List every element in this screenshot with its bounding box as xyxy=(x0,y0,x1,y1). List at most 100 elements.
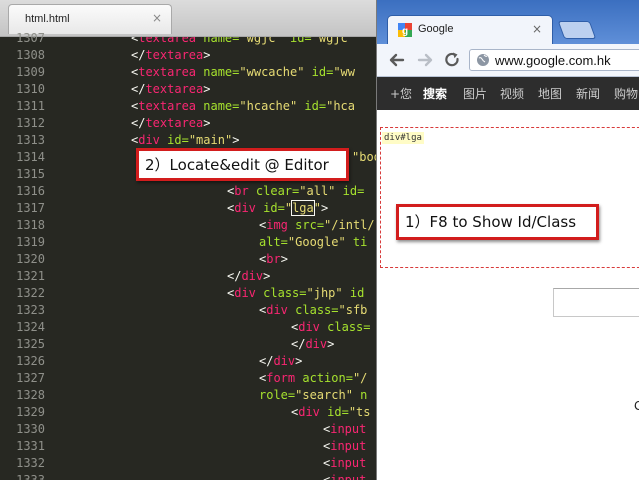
code-token: "/ xyxy=(352,371,368,385)
close-icon[interactable]: × xyxy=(152,11,162,25)
gbar-item-shopping[interactable]: 购物 xyxy=(614,85,638,102)
code-token: " xyxy=(284,201,293,215)
code-token: id= xyxy=(304,65,334,79)
gbar-item-search[interactable]: 搜索 xyxy=(423,85,447,102)
code-token: div xyxy=(273,354,296,368)
gbar-item-news[interactable]: 新闻 xyxy=(576,85,600,102)
page-content: div#lga C xyxy=(377,110,639,480)
code-line: <textarea name="hcache" id="hca xyxy=(131,98,355,115)
svg-text:g: g xyxy=(402,26,408,37)
code-token: src= xyxy=(287,218,325,232)
address-bar[interactable]: www.google.com.hk xyxy=(469,49,639,71)
line-number: 1308 xyxy=(16,48,45,62)
globe-icon xyxy=(477,54,489,66)
code-token: > xyxy=(203,48,211,62)
code-token: div xyxy=(241,269,264,283)
line-number: 1321 xyxy=(16,269,45,283)
code-token: input xyxy=(330,473,367,480)
line-number: 1310 xyxy=(16,82,45,96)
code-token: "hca xyxy=(326,99,355,113)
code-token: > xyxy=(203,82,211,96)
code-line: </textarea> xyxy=(131,81,210,98)
code-line: </div> xyxy=(291,336,334,353)
code-token: " xyxy=(313,201,321,215)
line-number: 1323 xyxy=(16,303,45,317)
code-token: ti xyxy=(345,235,368,249)
code-line: <input xyxy=(323,455,366,472)
code-editor[interactable]: html.html × 1307 1308 1309 1310 1311 131… xyxy=(0,0,380,480)
callout-f8-show-id: 1）F8 to Show Id/Class xyxy=(396,204,599,240)
code-token: id= xyxy=(282,37,312,45)
line-number: 1319 xyxy=(16,235,45,249)
code-token: > xyxy=(203,116,211,130)
code-token: "wgjc" xyxy=(239,37,283,45)
line-number: 1331 xyxy=(16,439,45,453)
gbar-item-images[interactable]: 图片 xyxy=(463,85,487,102)
code-token: "hcache" xyxy=(239,99,298,113)
line-number: 1325 xyxy=(16,337,45,351)
code-token: name= xyxy=(196,99,240,113)
code-line: </textarea> xyxy=(131,47,210,64)
line-number: 1332 xyxy=(16,456,45,470)
code-token: name= xyxy=(196,37,240,45)
line-number: 1330 xyxy=(16,422,45,436)
element-outline-div-lga xyxy=(380,127,639,268)
line-number: 1333 xyxy=(16,473,45,480)
gbar-item-maps[interactable]: 地图 xyxy=(538,85,562,102)
line-number: 1326 xyxy=(16,354,45,368)
code-token: > xyxy=(320,201,329,215)
code-token: clear= xyxy=(248,184,300,198)
gbar-item-videos[interactable]: 视频 xyxy=(500,85,524,102)
code-line: alt="Google" ti xyxy=(259,234,367,251)
code-token: div xyxy=(298,320,320,334)
browser-tab-google[interactable]: g Google × xyxy=(387,15,553,45)
element-id-label: div#lga xyxy=(382,132,424,144)
code-line: <input xyxy=(323,438,366,455)
code-text-area[interactable]: <textarea name="wgjc" id="wgjc" </textar… xyxy=(72,37,380,480)
code-line: <img src="/intl/ xyxy=(259,217,375,234)
line-number: 1329 xyxy=(16,405,45,419)
code-line: </div> xyxy=(259,353,302,370)
url-text: www.google.com.hk xyxy=(495,53,611,68)
code-token: "main" xyxy=(188,133,233,147)
code-token: div xyxy=(298,405,320,419)
code-token: div xyxy=(305,337,328,351)
code-token: > xyxy=(327,337,335,351)
code-line: <textarea name="wwcache" id="ww xyxy=(131,64,355,81)
code-token: > xyxy=(280,252,288,266)
code-token: "Google" xyxy=(287,235,346,249)
reload-icon[interactable] xyxy=(442,50,462,70)
code-token: "ww xyxy=(333,65,356,79)
selected-id-token[interactable]: lga xyxy=(291,200,315,216)
editor-tab-bar: html.html × xyxy=(0,0,380,37)
gbar-item-plus-you[interactable]: +您 xyxy=(390,85,412,102)
code-token: input xyxy=(330,422,367,436)
code-token: "wwcache" xyxy=(239,65,305,79)
code-token: > xyxy=(295,354,303,368)
forward-arrow-icon[interactable] xyxy=(415,50,435,70)
code-token: textarea xyxy=(138,99,197,113)
code-token: class= xyxy=(255,286,307,300)
line-number-gutter: 1307 1308 1309 1310 1311 1312 1313 1314 … xyxy=(0,31,72,480)
line-number: 1318 xyxy=(16,218,45,232)
new-tab-button[interactable] xyxy=(557,21,597,39)
code-token: id= xyxy=(255,201,285,215)
code-token: role= xyxy=(259,388,296,402)
code-token: > xyxy=(232,133,240,147)
code-token: br xyxy=(266,252,281,266)
search-input[interactable] xyxy=(553,288,639,317)
code-line: <form action="/ xyxy=(259,370,367,387)
browser-window: g Google × www.google.com.hk +您 搜索 图片 视频… xyxy=(376,0,639,480)
close-icon[interactable]: × xyxy=(532,22,542,36)
code-token: id= xyxy=(297,99,327,113)
code-token: class= xyxy=(287,303,339,317)
line-number: 1313 xyxy=(16,133,45,147)
code-token: textarea xyxy=(138,65,197,79)
code-token: id= xyxy=(159,133,189,147)
code-line: <div class="jhp" id xyxy=(227,285,364,302)
code-line: role="search" n xyxy=(259,387,367,404)
code-token: div xyxy=(234,286,256,300)
line-number: 1322 xyxy=(16,286,45,300)
code-token: </ xyxy=(131,48,146,62)
back-arrow-icon[interactable] xyxy=(387,50,407,70)
